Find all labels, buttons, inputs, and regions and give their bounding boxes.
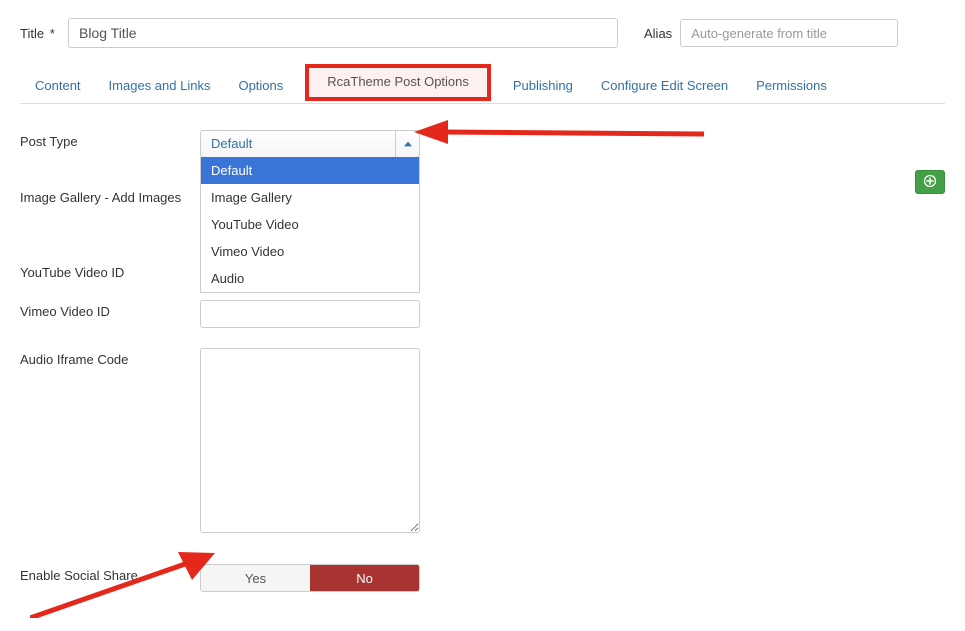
post-type-select-value: Default [201,131,395,157]
vimeo-id-input[interactable] [200,300,420,328]
tab-images-links[interactable]: Images and Links [109,70,211,103]
title-label: Title * [20,26,60,41]
tab-publishing[interactable]: Publishing [513,70,573,103]
tab-configure[interactable]: Configure Edit Screen [601,70,728,103]
image-gallery-label: Image Gallery - Add Images [20,186,200,205]
audio-iframe-textarea[interactable] [200,348,420,533]
title-label-text: Title [20,26,44,41]
dropdown-option-default[interactable]: Default [201,157,419,184]
alias-input[interactable] [680,19,898,47]
audio-iframe-label: Audio Iframe Code [20,348,200,367]
tab-permissions[interactable]: Permissions [756,70,827,103]
tab-options[interactable]: Options [238,70,283,103]
tab-rcatheme-wrap: RcaTheme Post Options [311,70,485,103]
tab-rcatheme[interactable]: RcaTheme Post Options [305,64,491,101]
title-input[interactable] [68,18,618,48]
toggle-no[interactable]: No [310,565,419,591]
dropdown-option-audio[interactable]: Audio [201,265,419,292]
enable-social-label: Enable Social Share [20,564,200,583]
enable-social-toggle: Yes No [200,564,420,592]
add-image-button[interactable] [915,170,945,194]
dropdown-option-image-gallery[interactable]: Image Gallery [201,184,419,211]
youtube-id-label: YouTube Video ID [20,261,200,280]
required-asterisk: * [50,26,55,41]
plus-icon [924,175,936,190]
tab-content[interactable]: Content [35,70,81,103]
post-type-dropdown: Default Image Gallery YouTube Video Vime… [200,157,420,293]
alias-label: Alias [644,26,672,41]
post-type-select[interactable]: Default [200,130,420,158]
tab-bar: Content Images and Links Options RcaThem… [20,70,945,104]
toggle-yes[interactable]: Yes [201,565,310,591]
vimeo-id-label: Vimeo Video ID [20,300,200,319]
dropdown-option-youtube[interactable]: YouTube Video [201,211,419,238]
dropdown-option-vimeo[interactable]: Vimeo Video [201,238,419,265]
chevron-up-icon [395,131,419,157]
post-type-label: Post Type [20,130,200,149]
